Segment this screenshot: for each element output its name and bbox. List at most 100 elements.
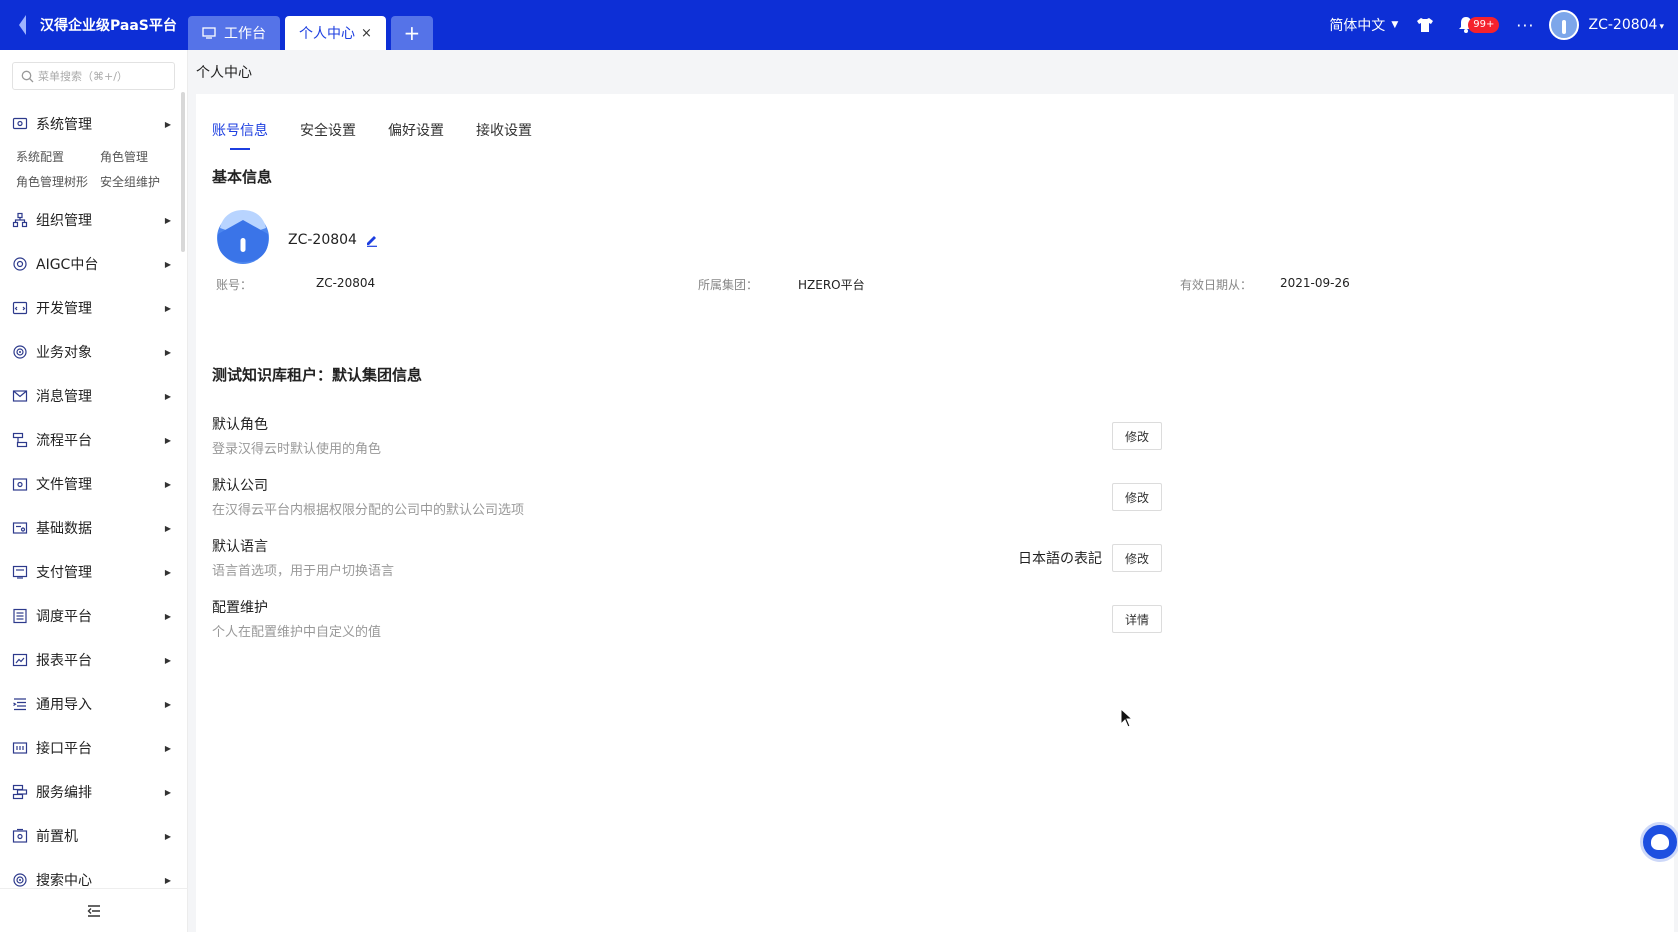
sidebar-item-base-data[interactable]: 基础数据 ▶: [0, 506, 187, 550]
sidebar-menu: 系统管理 ▶ 系统配置 角色管理 角色管理树形 安全组维护 组织管理 ▶ AIG…: [0, 102, 187, 902]
breadcrumb: 个人中心: [196, 65, 252, 81]
collapse-sidebar-button[interactable]: [0, 888, 188, 932]
setting-actions: 修改: [1112, 422, 1162, 450]
sidebar-item-message[interactable]: 消息管理 ▶: [0, 374, 187, 418]
caret-right-icon: ▶: [164, 119, 171, 129]
edit-company-button[interactable]: 修改: [1112, 483, 1162, 511]
setting-title: 配置维护: [212, 600, 268, 616]
info-group: 所属集团： HZERO平台: [698, 276, 865, 293]
sidebar-item-system[interactable]: 系统管理 ▶: [0, 102, 187, 146]
caret-right-icon: ▶: [164, 699, 171, 709]
sidebar-scrollbar[interactable]: [181, 92, 185, 252]
sidebar-item-schedule[interactable]: 调度平台 ▶: [0, 594, 187, 638]
group-info-title: 测试知识库租户：默认集团信息: [212, 366, 423, 384]
notifications[interactable]: 99+: [1456, 15, 1500, 35]
sidebar-item-label: 消息管理: [36, 389, 92, 405]
main-content: 账号信息 安全设置 偏好设置 接收设置 基本信息 ZC-20804 账号： ZC…: [196, 94, 1674, 932]
api-icon: [12, 742, 28, 754]
assistant-float-button[interactable]: [1640, 822, 1678, 862]
caret-right-icon: ▶: [164, 259, 171, 269]
config-detail-button[interactable]: 详情: [1112, 605, 1162, 633]
theme-shirt-icon[interactable]: [1416, 16, 1434, 34]
sidebar-item-label: 接口平台: [36, 741, 92, 757]
mouse-cursor-icon: [1120, 708, 1134, 728]
caret-right-icon: ▶: [164, 479, 171, 489]
file-icon: [12, 478, 28, 491]
chevron-down-icon: ▼: [1391, 20, 1399, 30]
brand[interactable]: 汉得企业级PaaS平台: [0, 15, 188, 35]
tab-preference-settings[interactable]: 偏好设置: [388, 120, 444, 140]
info-value: HZERO平台: [798, 278, 865, 292]
system-icon: [12, 117, 28, 130]
org-icon: [12, 212, 28, 228]
sidebar-item-aigc[interactable]: AIGC中台 ▶: [0, 242, 187, 286]
setting-actions: 日本語の表記 修改: [1018, 544, 1162, 572]
setting-desc: 在汉得云平台内根据权限分配的公司中的默认公司选项: [212, 503, 525, 518]
tab-workbench[interactable]: 工作台: [188, 16, 280, 50]
language-value: 日本語の表記: [1018, 551, 1102, 567]
setting-desc: 登录汉得云时默认使用的角色: [212, 442, 382, 457]
info-label: 所属集团：: [698, 278, 759, 292]
info-account: 账号： ZC-20804: [216, 276, 375, 293]
sidebar-item-label: 系统管理: [36, 117, 92, 133]
profile-name: ZC-20804: [288, 232, 379, 248]
setting-config-maintenance: 配置维护 个人在配置维护中自定义的值 详情: [212, 597, 1162, 640]
sidebar-item-label: AIGC中台: [36, 257, 99, 273]
caret-right-icon: ▶: [164, 215, 171, 225]
caret-right-icon: ▶: [164, 831, 171, 841]
object-icon: [13, 345, 27, 359]
sidebar-item-label: 通用导入: [36, 697, 92, 713]
info-label: 账号：: [216, 278, 253, 292]
system-submenu: 系统配置 角色管理 角色管理树形 安全组维护: [0, 146, 187, 198]
sidebar-item-dev[interactable]: 开发管理 ▶: [0, 286, 187, 330]
sidebar-item-business-object[interactable]: 业务对象 ▶: [0, 330, 187, 374]
user-menu[interactable]: ZC-20804 ▾: [1589, 17, 1665, 33]
sidebar-item-label: 流程平台: [36, 433, 92, 449]
submenu-item-system-config[interactable]: 系统配置: [16, 148, 100, 165]
sidebar-item-import[interactable]: 通用导入 ▶: [0, 682, 187, 726]
tab-personal-center[interactable]: 个人中心 ×: [285, 16, 386, 50]
edit-language-button[interactable]: 修改: [1112, 544, 1162, 572]
caret-right-icon: ▶: [164, 875, 171, 885]
sidebar-item-label: 支付管理: [36, 565, 92, 581]
caret-right-icon: ▶: [164, 391, 171, 401]
tab-label: 个人中心: [299, 26, 355, 42]
caret-right-icon: ▶: [164, 523, 171, 533]
setting-title: 默认角色: [212, 417, 268, 433]
tab-account-info[interactable]: 账号信息: [212, 120, 268, 150]
submenu-item-role-manage[interactable]: 角色管理: [100, 148, 184, 165]
header-actions: 简体中文 ▼ 99+ ··· ZC-20804 ▾: [1329, 0, 1678, 50]
submenu-item-security-group[interactable]: 安全组维护: [100, 173, 184, 190]
notification-badge: 99+: [1468, 17, 1500, 33]
tab-security-settings[interactable]: 安全设置: [300, 120, 356, 140]
caret-right-icon: ▶: [164, 567, 171, 577]
sidebar-item-payment[interactable]: 支付管理 ▶: [0, 550, 187, 594]
profile-avatar[interactable]: [214, 206, 272, 264]
more-icon[interactable]: ···: [1516, 16, 1534, 35]
sidebar-item-label: 服务编排: [36, 785, 92, 801]
user-avatar[interactable]: [1548, 10, 1579, 40]
search-center-icon: [13, 873, 27, 887]
submenu-item-role-tree[interactable]: 角色管理树形: [16, 173, 100, 190]
caret-right-icon: ▶: [164, 743, 171, 753]
menu-search-input[interactable]: 菜单搜索（⌘+/）: [12, 62, 175, 90]
sidebar-item-orchestration[interactable]: 服务编排 ▶: [0, 770, 187, 814]
sidebar-item-frontend[interactable]: 前置机 ▶: [0, 814, 187, 858]
close-icon[interactable]: ×: [361, 26, 372, 41]
payment-icon: [12, 565, 28, 579]
search-icon: [21, 70, 34, 82]
language-select[interactable]: 简体中文 ▼: [1329, 15, 1398, 35]
add-tab-button[interactable]: +: [390, 16, 433, 50]
sidebar-item-label: 业务对象: [36, 345, 92, 361]
sidebar-item-api[interactable]: 接口平台 ▶: [0, 726, 187, 770]
sidebar-item-org[interactable]: 组织管理 ▶: [0, 198, 187, 242]
sidebar-item-report[interactable]: 报表平台 ▶: [0, 638, 187, 682]
sidebar-item-file[interactable]: 文件管理 ▶: [0, 462, 187, 506]
edit-icon[interactable]: [365, 233, 379, 247]
brand-logo-icon: [19, 15, 26, 35]
tab-receive-settings[interactable]: 接收设置: [476, 120, 532, 140]
user-name: ZC-20804: [1588, 17, 1658, 33]
sidebar-item-workflow[interactable]: 流程平台 ▶: [0, 418, 187, 462]
edit-role-button[interactable]: 修改: [1112, 422, 1162, 450]
content-tabs: 账号信息 安全设置 偏好设置 接收设置: [212, 120, 532, 150]
